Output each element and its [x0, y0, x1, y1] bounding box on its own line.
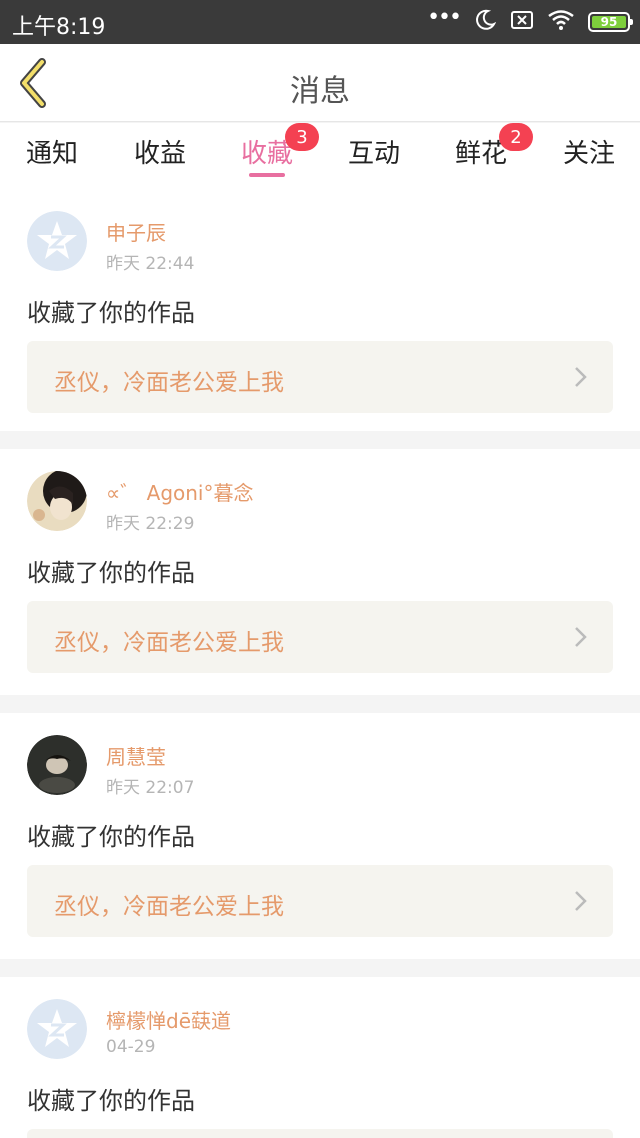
- user-name[interactable]: 周慧莹: [106, 741, 166, 770]
- tab-flowers[interactable]: 鲜花 2: [455, 123, 533, 170]
- timestamp: 04-29: [106, 1037, 156, 1057]
- header: 消息: [0, 44, 640, 122]
- work-link[interactable]: 丞仪，冷面老公爱上我: [27, 341, 613, 413]
- user-name[interactable]: 檸檬惮dē蒛道: [106, 1005, 231, 1034]
- avatar[interactable]: [27, 735, 87, 795]
- avatar[interactable]: [27, 211, 87, 271]
- chevron-right-icon: [575, 627, 587, 647]
- status-icons: ••• 95: [427, 5, 633, 36]
- moon-icon: [474, 9, 497, 35]
- list-item: 周慧莹 昨天 22:07 收藏了你的作品 丞仪，冷面老公爱上我: [0, 713, 640, 959]
- action-text: 收藏了你的作品: [27, 559, 195, 587]
- timestamp: 昨天 22:29: [106, 514, 195, 534]
- default-qq-avatar-icon: [27, 999, 87, 1059]
- battery-icon: 95: [588, 12, 633, 32]
- work-title: 丞仪，冷面老公爱上我: [54, 630, 284, 656]
- user-photo-avatar-icon: [27, 471, 87, 531]
- wifi-icon: [548, 10, 574, 34]
- page-title: 消息: [290, 74, 350, 109]
- active-tab-indicator: [249, 173, 285, 177]
- status-time: 上午8:19: [12, 15, 106, 40]
- tab-notifications[interactable]: 通知: [26, 133, 78, 170]
- tab-earnings[interactable]: 收益: [134, 133, 186, 170]
- work-link[interactable]: [27, 1129, 613, 1138]
- no-sim-icon: [510, 10, 534, 34]
- action-text: 收藏了你的作品: [27, 823, 195, 851]
- more-dots-icon: •••: [427, 5, 462, 30]
- status-bar: 上午8:19 ••• 95: [0, 0, 640, 44]
- action-text: 收藏了你的作品: [27, 299, 195, 327]
- user-photo-avatar-icon: [27, 735, 87, 795]
- tab-follows[interactable]: 关注: [563, 133, 615, 170]
- battery-level: 95: [592, 15, 626, 29]
- work-title: 丞仪，冷面老公爱上我: [54, 894, 284, 920]
- default-qq-avatar-icon: [27, 211, 87, 271]
- tab-bar: 通知 收益 收藏 3 互动 鲜花 2 关注: [0, 123, 640, 189]
- list-item: 檸檬惮dē蒛道 04-29 收藏了你的作品: [0, 977, 640, 1138]
- action-text: 收藏了你的作品: [27, 1087, 195, 1115]
- tab-favorites[interactable]: 收藏 3: [241, 123, 319, 170]
- tab-interactions[interactable]: 互动: [348, 133, 400, 170]
- avatar[interactable]: [27, 999, 87, 1059]
- list-item: ∝゛ Agoni°暮念 昨天 22:29 收藏了你的作品 丞仪，冷面老公爱上我: [0, 449, 640, 695]
- list-item: 申子辰 昨天 22:44 收藏了你的作品 丞仪，冷面老公爱上我: [0, 189, 640, 431]
- chevron-right-icon: [575, 891, 587, 911]
- work-link[interactable]: 丞仪，冷面老公爱上我: [27, 601, 613, 673]
- work-link[interactable]: 丞仪，冷面老公爱上我: [27, 865, 613, 937]
- user-name[interactable]: 申子辰: [106, 217, 166, 246]
- avatar[interactable]: [27, 471, 87, 531]
- chevron-right-icon: [575, 367, 587, 387]
- work-title: 丞仪，冷面老公爱上我: [54, 370, 284, 396]
- flowers-badge: 2: [499, 123, 533, 151]
- favorites-badge: 3: [285, 123, 319, 151]
- user-name[interactable]: ∝゛ Agoni°暮念: [106, 477, 254, 506]
- timestamp: 昨天 22:07: [106, 778, 195, 798]
- timestamp: 昨天 22:44: [106, 254, 195, 274]
